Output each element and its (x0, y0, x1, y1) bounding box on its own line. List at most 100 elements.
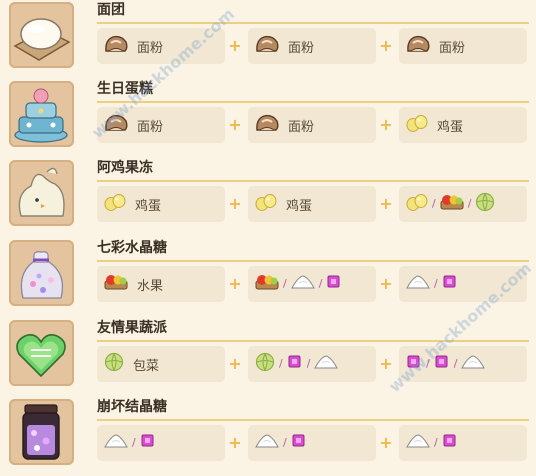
crystal-icon (405, 353, 423, 375)
plus-icon: + (228, 36, 242, 55)
alternative-separator: / (283, 436, 287, 449)
salt-icon (313, 353, 339, 375)
cabbage-icon (474, 192, 496, 216)
ingredient-slot[interactable]: 面粉 (248, 107, 376, 143)
ingredient-slot[interactable]: 水果 (97, 266, 225, 302)
fruit-icon (103, 272, 129, 296)
alternative-separator: / (306, 357, 311, 370)
plus-icon: + (379, 194, 393, 213)
plus-icon: + (379, 433, 393, 452)
crystal-icon (290, 432, 308, 454)
recipe-row: 生日蛋糕 面粉 面粉 鸡蛋 + + (0, 79, 536, 158)
flour-icon (405, 34, 431, 58)
ingredient-slot[interactable]: / / (248, 346, 376, 382)
recipe-row: 友情果蔬派 包菜 / / / / + + (0, 318, 536, 397)
alternative-separator: / (453, 357, 458, 370)
title-underline (97, 180, 529, 182)
recipe-thumbnail[interactable] (9, 320, 74, 386)
ingredient-slot[interactable]: / / (399, 186, 527, 222)
plus-icon: + (228, 433, 242, 452)
ingredient-label: 鸡蛋 (437, 119, 464, 135)
ingredient-slot[interactable]: / / (248, 266, 376, 302)
crystal-icon (433, 353, 451, 375)
ingredient-slot[interactable]: 面粉 (399, 28, 527, 64)
crystal-icon (139, 432, 157, 454)
recipe-title: 崩坏结晶糖 (97, 399, 167, 415)
ingredient-slot[interactable]: / (248, 425, 376, 461)
fruit-icon (439, 192, 465, 216)
title-underline (97, 22, 529, 24)
title-underline (97, 419, 529, 421)
recipe-title: 生日蛋糕 (97, 81, 153, 97)
alternative-separator: / (283, 277, 287, 290)
flour-icon (103, 34, 129, 58)
ingredient-slot[interactable]: / (399, 266, 527, 302)
recipe-thumbnail[interactable] (9, 2, 74, 68)
title-underline (97, 340, 529, 342)
salt-icon (405, 273, 431, 295)
salt-icon (103, 432, 129, 454)
ingredient-slot[interactable]: 鸡蛋 (399, 107, 527, 143)
flour-icon (103, 113, 129, 137)
ingredient-slot[interactable]: 面粉 (97, 28, 225, 64)
flour-icon (254, 34, 280, 58)
ingredient-slot[interactable]: 面粉 (97, 107, 225, 143)
ingredient-slot[interactable]: / / (399, 346, 527, 382)
crystal-icon (286, 353, 304, 375)
egg-icon (254, 192, 278, 216)
crystal-icon (325, 273, 343, 295)
ingredient-label: 面粉 (288, 40, 315, 56)
alternative-separator: / (426, 357, 430, 370)
ingredient-slot[interactable]: 包菜 (97, 346, 225, 382)
fruit-icon (254, 272, 280, 296)
recipe-title: 面团 (97, 2, 125, 18)
ingredient-label: 包菜 (133, 358, 160, 374)
ingredient-slot[interactable]: 鸡蛋 (97, 186, 225, 222)
salt-icon (290, 273, 316, 295)
cabbage-icon (254, 352, 276, 376)
egg-icon (103, 192, 127, 216)
alternative-separator: / (434, 277, 438, 290)
salt-icon (460, 353, 486, 375)
plus-icon: + (379, 36, 393, 55)
alternative-separator: / (432, 197, 436, 210)
ingredient-slot[interactable]: / (399, 425, 527, 461)
alternative-separator: / (279, 357, 283, 370)
plus-icon: + (228, 194, 242, 213)
recipe-thumbnail[interactable] (9, 160, 74, 226)
ingredient-label: 面粉 (137, 40, 164, 56)
plus-icon: + (228, 354, 242, 373)
recipe-thumbnail[interactable] (9, 399, 74, 465)
plus-icon: + (228, 274, 242, 293)
plus-icon: + (379, 354, 393, 373)
salt-icon (405, 432, 431, 454)
ingredient-label: 面粉 (137, 119, 164, 135)
alternative-separator: / (318, 277, 323, 290)
alternative-separator: / (132, 436, 136, 449)
recipe-title: 友情果蔬派 (97, 320, 167, 336)
ingredient-label: 面粉 (288, 119, 315, 135)
recipe-thumbnail[interactable] (9, 81, 74, 147)
ingredient-slot[interactable]: 鸡蛋 (248, 186, 376, 222)
title-underline (97, 101, 529, 103)
recipe-row: 阿鸡果冻 鸡蛋 鸡蛋 / / + + (0, 158, 536, 237)
crystal-icon (441, 432, 459, 454)
ingredient-slot[interactable]: / (97, 425, 225, 461)
ingredient-label: 鸡蛋 (286, 198, 313, 214)
ingredient-label: 鸡蛋 (135, 198, 162, 214)
plus-icon: + (228, 115, 242, 134)
recipe-thumbnail[interactable] (9, 240, 74, 306)
recipe-title: 七彩水晶糖 (97, 240, 167, 256)
recipe-row: 崩坏结晶糖 / / / + + (0, 397, 536, 476)
recipe-title: 阿鸡果冻 (97, 160, 153, 176)
plus-icon: + (379, 115, 393, 134)
alternative-separator: / (434, 436, 438, 449)
flour-icon (254, 113, 280, 137)
salt-icon (254, 432, 280, 454)
alternative-separator: / (467, 197, 472, 210)
recipe-row: 七彩水晶糖 水果 / / / + + (0, 238, 536, 317)
title-underline (97, 260, 529, 262)
ingredient-label: 水果 (137, 278, 164, 294)
ingredient-slot[interactable]: 面粉 (248, 28, 376, 64)
recipe-row: 面团 面粉 面粉 面粉 + + (0, 0, 536, 79)
